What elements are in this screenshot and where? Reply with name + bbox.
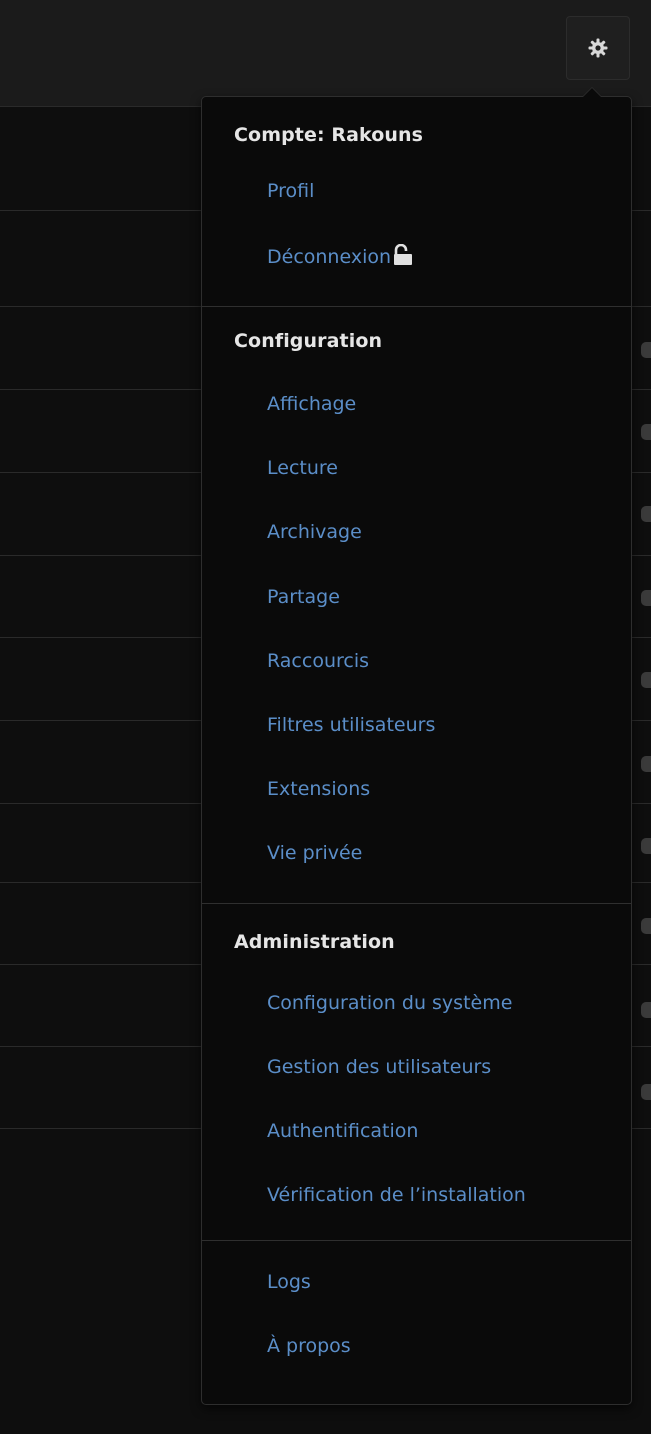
settings-dropdown-menu: Compte: Rakouns Profil Déconnexion Confi…: [201, 87, 632, 1405]
menu-divider: [202, 306, 631, 307]
about-link[interactable]: À propos: [267, 1335, 351, 1357]
top-bar: [0, 0, 651, 107]
row-action-icon[interactable]: [641, 1084, 651, 1100]
menu-divider: [202, 1240, 631, 1241]
user-filters-link[interactable]: Filtres utilisateurs: [267, 714, 435, 736]
gear-icon: [588, 38, 608, 58]
row-action-icon[interactable]: [641, 918, 651, 934]
row-action-icon[interactable]: [641, 756, 651, 772]
row-action-icon[interactable]: [641, 424, 651, 440]
extensions-link[interactable]: Extensions: [267, 778, 370, 800]
logout-link[interactable]: Déconnexion: [267, 244, 413, 268]
menu-divider: [202, 903, 631, 904]
profile-link[interactable]: Profil: [267, 180, 314, 202]
sharing-link[interactable]: Partage: [267, 586, 340, 608]
archiving-link[interactable]: Archivage: [267, 521, 362, 543]
authentication-link[interactable]: Authentification: [267, 1120, 418, 1142]
logs-link[interactable]: Logs: [267, 1271, 311, 1293]
privacy-link[interactable]: Vie privée: [267, 842, 362, 864]
row-action-icon[interactable]: [641, 1002, 651, 1018]
row-action-icon[interactable]: [641, 342, 651, 358]
row-action-icon[interactable]: [641, 506, 651, 522]
shortcuts-link[interactable]: Raccourcis: [267, 650, 369, 672]
row-action-icon[interactable]: [641, 838, 651, 854]
logout-label: Déconnexion: [267, 246, 392, 268]
settings-button[interactable]: [566, 16, 630, 80]
user-management-link[interactable]: Gestion des utilisateurs: [267, 1056, 491, 1078]
unlock-icon: [394, 244, 413, 265]
reading-link[interactable]: Lecture: [267, 457, 338, 479]
system-configuration-link[interactable]: Configuration du système: [267, 992, 512, 1014]
display-link[interactable]: Affichage: [267, 393, 356, 415]
installation-check-link[interactable]: Vérification de l’installation: [267, 1184, 526, 1206]
configuration-heading: Configuration: [234, 330, 383, 352]
row-action-icon[interactable]: [641, 590, 651, 606]
account-heading: Compte: Rakouns: [234, 124, 424, 146]
row-action-icon[interactable]: [641, 672, 651, 688]
administration-heading: Administration: [234, 931, 395, 953]
